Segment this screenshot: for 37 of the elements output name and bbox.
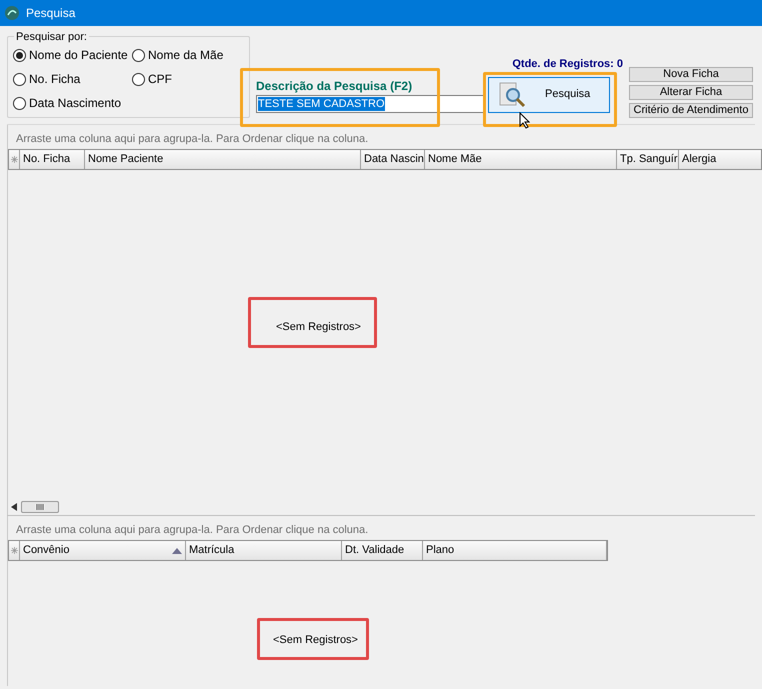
search-label: Descrição da Pesquisa (F2) bbox=[256, 79, 414, 93]
record-count: Qtde. de Registros: 0 bbox=[512, 57, 623, 72]
radio-option[interactable]: CPF bbox=[132, 70, 249, 88]
column-header[interactable]: Dt. Validade bbox=[342, 541, 423, 560]
column-header[interactable]: Convênio bbox=[20, 541, 186, 560]
search-field[interactable]: TESTE SEM CADASTRO bbox=[256, 95, 486, 113]
mouse-cursor-icon bbox=[519, 112, 530, 129]
radio-option[interactable]: No. Ficha bbox=[13, 70, 132, 88]
scroll-thumb[interactable] bbox=[21, 500, 59, 512]
radio-option[interactable]: Data Nascimento bbox=[13, 94, 132, 112]
action-button[interactable]: Nova Ficha bbox=[629, 67, 753, 82]
column-header[interactable]: Tp. Sanguír bbox=[617, 150, 679, 169]
search-icon bbox=[497, 80, 527, 108]
column-label: Dt. Validade bbox=[345, 543, 404, 558]
scroll-left-icon[interactable] bbox=[11, 502, 17, 510]
radio-option[interactable]: Nome da Mãe bbox=[132, 46, 249, 64]
column-label: Plano bbox=[426, 543, 454, 558]
column-header[interactable]: No. Ficha bbox=[20, 150, 85, 169]
app-icon bbox=[4, 5, 20, 21]
group-by-hint: Arraste uma coluna aqui para agrupa-la. Para Ordenar clique na coluna. bbox=[15, 523, 370, 538]
column-label: Matrícula bbox=[189, 543, 234, 558]
empty-message: <Sem Registros> bbox=[273, 633, 358, 648]
group-label: Pesquisar por: bbox=[14, 29, 89, 46]
column-header[interactable]: Matrícula bbox=[186, 541, 342, 560]
search-button[interactable]: Pesquisa bbox=[488, 76, 610, 112]
column-label: Convênio bbox=[23, 543, 70, 558]
radio-option[interactable]: Nome do Paciente bbox=[13, 46, 132, 64]
window-title: Pesquisa bbox=[26, 5, 76, 22]
action-button[interactable]: Alterar Ficha bbox=[629, 85, 753, 100]
column-header[interactable]: Nome Mãe bbox=[425, 150, 617, 169]
column-header[interactable]: Data Nascin bbox=[361, 150, 425, 169]
empty-message: <Sem Registros> bbox=[276, 320, 361, 335]
action-button[interactable]: Critério de Atendimento bbox=[629, 103, 753, 118]
column-header[interactable]: Alergia bbox=[679, 150, 762, 169]
group-by-hint: Arraste uma coluna aqui para agrupa-la. Para Ordenar clique na coluna. bbox=[15, 132, 370, 147]
column-header[interactable]: Nome Paciente bbox=[85, 150, 361, 169]
column-header[interactable]: Plano bbox=[423, 541, 607, 560]
